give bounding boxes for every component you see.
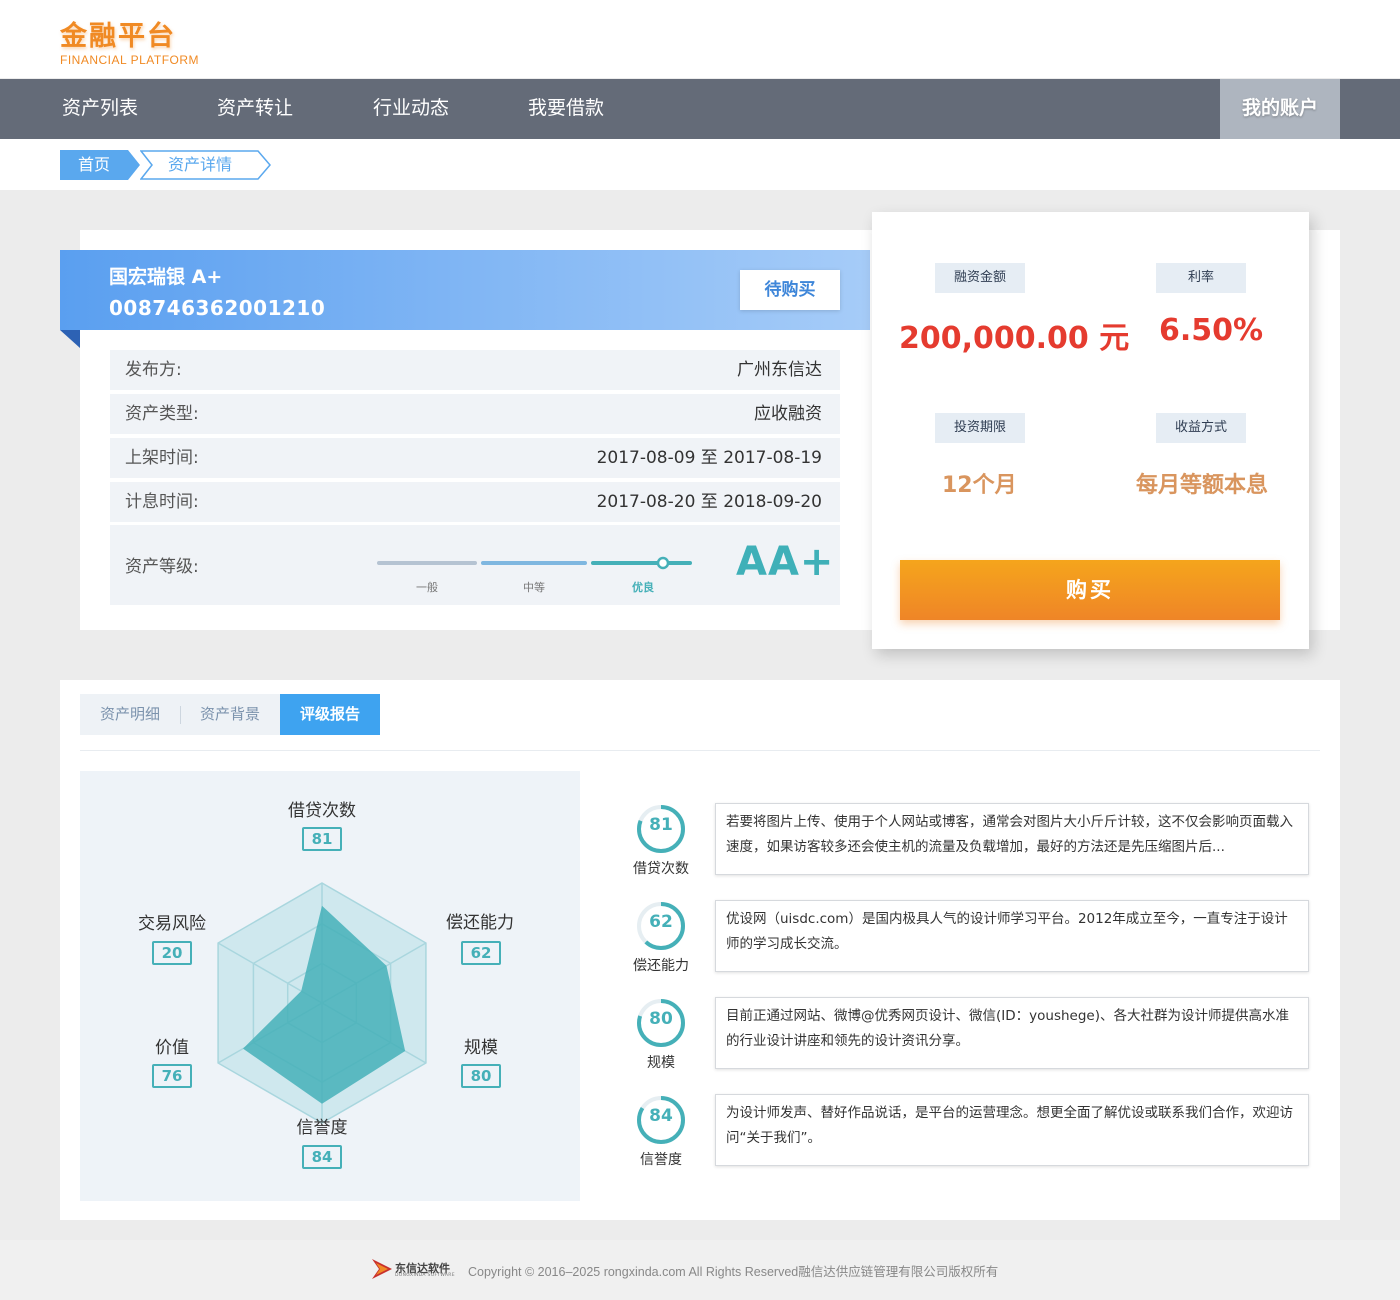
tab-bar: 资产明细 资产背景 评级报告: [80, 694, 380, 735]
info-value: 广州东信达: [737, 360, 822, 380]
report-item: 80 规模 目前正通过网站、微博@优秀网页设计、微信(ID：youshege)、…: [613, 997, 1313, 1077]
nav-item-borrow[interactable]: 我要借款: [528, 79, 604, 139]
radar-label-trade-risk: 交易风险: [138, 914, 206, 934]
nav-item-asset-list[interactable]: 资产列表: [62, 79, 138, 139]
rate-tag: 利率: [1156, 263, 1246, 293]
repay-tag: 收益方式: [1156, 413, 1246, 443]
report-score: 80: [649, 1009, 673, 1029]
report-name: 偿还能力: [633, 958, 689, 974]
report-text: 优设网（uisdc.com）是国内极具人气的设计师学习平台。2012年成立至今，…: [715, 900, 1309, 972]
breadcrumb: 首页 资产详情: [0, 139, 1400, 190]
grade-value: AA+: [736, 539, 835, 585]
rating-panel: 资产明细 资产背景 评级报告 借贷次数 81 偿还能力 62 规模 80 信誉度…: [60, 680, 1340, 1220]
report-name: 规模: [647, 1055, 675, 1071]
grade-bar-segment: [591, 561, 692, 565]
summary-card: 融资金额 利率 200,000.00 元 6.50% 投资期限 收益方式 12个…: [872, 212, 1309, 649]
info-value: 2017-08-20 至 2018-09-20: [596, 492, 822, 512]
company-logo-icon: [372, 1259, 392, 1279]
info-label: 计息时间:: [125, 492, 199, 512]
footer: 东信达软件 DONGXINDA SOFTWARE Copyright © 201…: [0, 1240, 1400, 1300]
logo-title[interactable]: 金融平台: [60, 14, 176, 53]
radar-score-trade-risk: 20: [152, 941, 192, 965]
asset-code: 008746362001210: [109, 296, 326, 320]
logo-subtitle: FINANCIAL PLATFORM: [60, 53, 200, 67]
info-label: 资产类型:: [125, 404, 199, 424]
buy-button[interactable]: 购买: [900, 560, 1280, 620]
report-item: 62 偿还能力 优设网（uisdc.com）是国内极具人气的设计师学习平台。20…: [613, 900, 1313, 980]
copyright: Copyright © 2016–2025 rongxinda.com All …: [468, 1265, 999, 1279]
header: 金融平台 FINANCIAL PLATFORM: [0, 0, 1400, 78]
nav-item-asset-transfer[interactable]: 资产转让: [217, 79, 293, 139]
info-row-issuer: 发布方: 广州东信达: [110, 350, 840, 390]
term-value: 12个月: [942, 473, 1017, 498]
report-score: 62: [649, 912, 673, 932]
report-text: 目前正通过网站、微博@优秀网页设计、微信(ID：youshege)、各大社群为设…: [715, 997, 1309, 1069]
radar-score-credibility: 84: [302, 1145, 342, 1169]
radar-label-scale: 规模: [464, 1038, 498, 1058]
asset-name: 国宏瑞银 A+: [109, 266, 223, 288]
grade-marker-icon: [656, 556, 670, 570]
repay-value: 每月等额本息: [1136, 473, 1269, 498]
grade-bar-segment: [377, 561, 477, 565]
info-label: 上架时间:: [125, 448, 199, 468]
radar-score-value: 76: [152, 1064, 192, 1088]
info-row-type: 资产类型: 应收融资: [110, 394, 840, 434]
info-value: 应收融资: [754, 404, 822, 424]
company-logo-subtext: DONGXINDA SOFTWARE: [395, 1273, 455, 1278]
report-name: 信誉度: [640, 1152, 682, 1168]
radar-label-repay-ability: 偿还能力: [446, 913, 514, 933]
report-name: 借贷次数: [633, 861, 689, 877]
main-nav: 资产列表 资产转让 行业动态 我要借款 我的账户: [0, 79, 1400, 139]
report-score: 81: [649, 815, 673, 835]
tab-asset-background[interactable]: 资产背景: [180, 694, 280, 735]
report-text: 为设计师发声、替好作品说话，是平台的运营理念。想更全面了解优设或联系我们合作，欢…: [715, 1094, 1309, 1166]
info-label: 发布方:: [125, 360, 182, 380]
grade-level-label: 中等: [523, 581, 545, 594]
breadcrumb-home[interactable]: 首页: [60, 150, 140, 180]
radar-label-value: 价值: [155, 1038, 189, 1058]
radar-score-repay-ability: 62: [461, 941, 501, 965]
radar-chart: 借贷次数 81 偿还能力 62 规模 80 信誉度 84 价值 76 交易风险 …: [80, 771, 580, 1201]
tab-rating-report[interactable]: 评级报告: [280, 694, 380, 735]
info-row-listing-time: 上架时间: 2017-08-09 至 2017-08-19: [110, 438, 840, 478]
info-row-grade: 资产等级: 一般 中等 优良 AA+: [110, 525, 840, 605]
status-button[interactable]: 待购买: [740, 270, 840, 310]
radar-score-borrow-count: 81: [302, 827, 342, 851]
report-score: 84: [649, 1106, 673, 1126]
radar-score-scale: 80: [461, 1064, 501, 1088]
banner-fold: [60, 330, 80, 348]
report-item: 84 信誉度 为设计师发声、替好作品说话，是平台的运营理念。想更全面了解优设或联…: [613, 1094, 1313, 1174]
nav-item-my-account[interactable]: 我的账户: [1220, 79, 1340, 139]
amount-tag: 融资金额: [935, 263, 1025, 293]
grade-label: 资产等级:: [125, 557, 199, 577]
radar-label-credibility: 信誉度: [296, 1118, 348, 1138]
grade-level-label-current: 优良: [632, 581, 654, 594]
info-value: 2017-08-09 至 2017-08-19: [596, 448, 822, 468]
report-text: 若要将图片上传、使用于个人网站或博客，通常会对图片大小斤斤计较，这不仅会影响页面…: [715, 803, 1309, 875]
tab-divider-line: [80, 750, 1320, 751]
tab-asset-detail[interactable]: 资产明细: [80, 694, 180, 735]
grade-level-label: 一般: [416, 581, 438, 594]
report-item: 81 借贷次数 若要将图片上传、使用于个人网站或博客，通常会对图片大小斤斤计较，…: [613, 803, 1313, 883]
term-tag: 投资期限: [935, 413, 1025, 443]
nav-item-industry-news[interactable]: 行业动态: [373, 79, 449, 139]
rate-value: 6.50%: [1159, 313, 1264, 348]
breadcrumb-current: 资产详情: [168, 155, 233, 174]
grade-bar-segment: [481, 561, 587, 565]
radar-label-borrow-count: 借贷次数: [288, 801, 356, 821]
info-row-interest-time: 计息时间: 2017-08-20 至 2018-09-20: [110, 482, 840, 522]
amount-value: 200,000.00 元: [899, 321, 1130, 356]
